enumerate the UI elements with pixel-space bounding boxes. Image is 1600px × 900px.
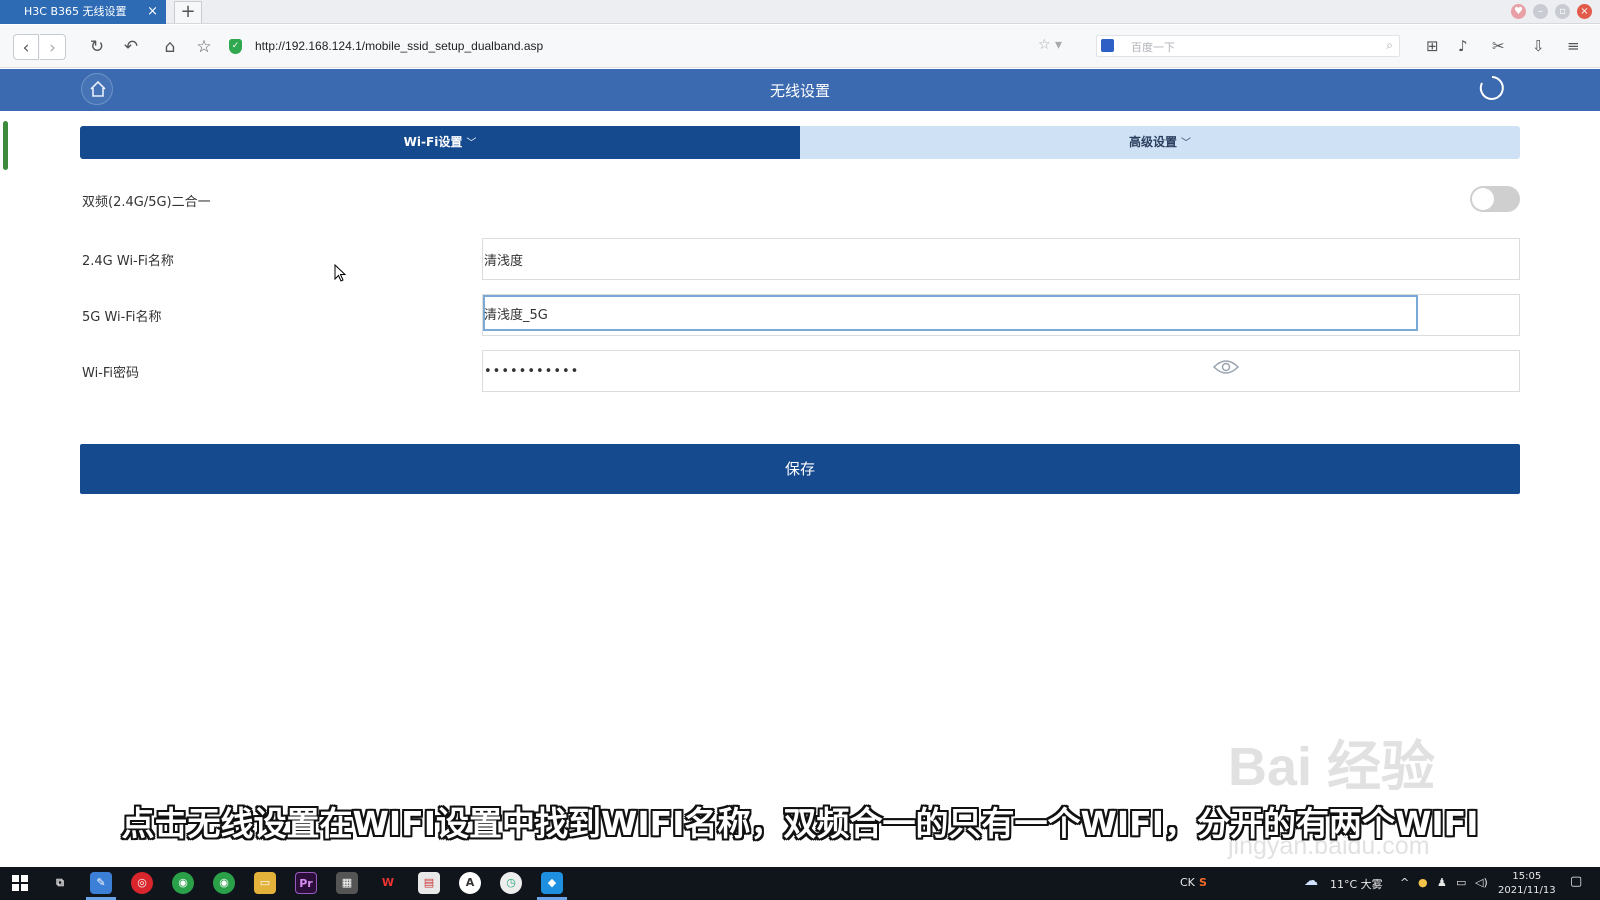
ssid-5-label: 5G Wi-Fi名称 xyxy=(82,310,162,325)
mouse-cursor-icon xyxy=(334,264,346,282)
font-app-icon[interactable]: A xyxy=(459,872,481,894)
sogou-icon[interactable]: S xyxy=(1199,876,1207,889)
windows-start-icon[interactable] xyxy=(12,875,28,891)
new-tab-button[interactable]: + xyxy=(174,1,202,23)
home-icon[interactable]: ⌂ xyxy=(157,34,183,60)
system-clock[interactable]: 15:05 2021/11/13 xyxy=(1498,870,1556,898)
page-title: 无线设置 xyxy=(769,82,830,100)
address-bar[interactable]: http://192.168.124.1/mobile_ssid_setup_d… xyxy=(255,39,543,53)
notes-app-icon[interactable]: ✎ xyxy=(90,872,112,894)
undo-icon[interactable]: ↶ xyxy=(118,34,144,60)
reload-icon[interactable]: ↻ xyxy=(84,34,110,60)
password-input[interactable] xyxy=(483,351,1183,391)
wps-icon[interactable]: W xyxy=(377,872,399,894)
dualband-toggle[interactable] xyxy=(1470,186,1520,212)
close-window-icon[interactable]: × xyxy=(1577,4,1592,19)
chevron-up-icon[interactable]: ^ xyxy=(1400,876,1409,889)
tray-app-icon[interactable]: ● xyxy=(1418,876,1428,889)
scissors-icon[interactable]: ✂ xyxy=(1492,37,1505,55)
ssid-24-label: 2.4G Wi-Fi名称 xyxy=(82,254,174,269)
chrome-icon[interactable]: ◉ xyxy=(172,872,194,894)
user-icon[interactable]: ♟ xyxy=(1437,876,1447,889)
dualband-label: 双频(2.4G/5G)二合一 xyxy=(82,195,211,210)
chevron-down-icon: ﹀ xyxy=(1181,138,1191,149)
clock-app-icon[interactable]: ◷ xyxy=(500,872,522,894)
tab-label: Wi-Fi设置 xyxy=(403,135,463,149)
password-label: Wi-Fi密码 xyxy=(82,366,140,381)
weather-text[interactable]: 11°C 大雾 xyxy=(1330,876,1383,892)
apps-grid-icon[interactable]: ⊞ xyxy=(1426,37,1439,55)
netease-music-icon[interactable]: ◎ xyxy=(131,872,153,894)
search-box[interactable]: 百度一下 ⌕ xyxy=(1096,35,1400,57)
browser-tab[interactable]: H3C B365 无线设置 × xyxy=(0,0,166,24)
search-icon[interactable]: ⌕ xyxy=(1386,38,1393,53)
ssid-5-field-wrap xyxy=(482,294,1520,336)
settings-tabs: Wi-Fi设置 ﹀ 高级设置 ﹀ xyxy=(80,126,1520,159)
notification-icon[interactable]: ▢ xyxy=(1570,874,1582,889)
download-icon[interactable]: ⇩ xyxy=(1532,37,1545,55)
browser-toolbar: ‹ › ↻ ↶ ⌂ ☆ ✓ http://192.168.124.1/mobil… xyxy=(0,25,1600,68)
minimize-icon[interactable]: – xyxy=(1533,4,1548,19)
chevron-down-icon: ﹀ xyxy=(466,138,477,149)
refresh-icon[interactable] xyxy=(1479,75,1505,101)
scroll-indicator[interactable] xyxy=(3,121,8,170)
file-explorer-icon[interactable]: ▭ xyxy=(254,872,276,894)
ssid-24-input[interactable] xyxy=(483,239,1383,279)
office-icon[interactable]: ▤ xyxy=(418,872,440,894)
bookmark-star-icon[interactable]: ☆ ▾ xyxy=(1038,37,1062,53)
task-view-icon[interactable]: ⧉ xyxy=(49,872,71,894)
tab-advanced-settings[interactable]: 高级设置 ﹀ xyxy=(800,126,1520,159)
tab-title: H3C B365 无线设置 xyxy=(24,5,127,18)
clock-date: 2021/11/13 xyxy=(1498,885,1556,896)
ssid-24-field-wrap xyxy=(482,238,1520,280)
menu-icon[interactable]: ≡ xyxy=(1567,37,1580,55)
save-button[interactable]: 保存 xyxy=(80,444,1520,494)
secure-shield-icon: ✓ xyxy=(229,39,242,54)
premiere-icon[interactable]: Pr xyxy=(295,872,317,894)
ssid-5-input[interactable] xyxy=(483,295,1413,331)
tab-wifi-settings[interactable]: Wi-Fi设置 ﹀ xyxy=(80,126,800,159)
taskbar: ⧉ ✎ ◎ ◉ ◉ ▭ Pr ▦ W ▤ A ◷ ◆ CK S ☁ 11°C 大… xyxy=(0,867,1600,900)
video-subtitle: 点击无线设置在WIFI设置中找到WIFI名称，双频合一的只有一个WIFI，分开的… xyxy=(121,804,1479,843)
back-button[interactable]: ‹ xyxy=(13,34,39,60)
chrome-icon-2[interactable]: ◉ xyxy=(213,872,235,894)
house-icon xyxy=(90,80,106,97)
router-header: 无线设置 xyxy=(0,69,1600,111)
baidu-watermark: Bai 经验 xyxy=(1228,737,1436,797)
speaker-icon[interactable]: ♪ xyxy=(1458,37,1468,55)
tab-label: 高级设置 xyxy=(1128,135,1177,149)
search-placeholder: 百度一下 xyxy=(1131,41,1175,54)
cloud-icon: ☁ xyxy=(1304,873,1318,889)
restore-icon[interactable]: ▫ xyxy=(1555,4,1570,19)
browser-taskbar-icon[interactable]: ◆ xyxy=(541,872,563,894)
skin-icon[interactable]: ♥ xyxy=(1511,4,1526,19)
search-engine-icon[interactable] xyxy=(1101,39,1114,52)
toggle-knob xyxy=(1472,188,1494,210)
window-controls: ♥ – ▫ × xyxy=(1511,4,1592,19)
ime-indicator[interactable]: CK xyxy=(1180,876,1195,889)
video-editor-icon[interactable]: ▦ xyxy=(336,872,358,894)
eye-icon[interactable] xyxy=(1213,358,1239,376)
password-field-wrap xyxy=(482,350,1520,392)
forward-button[interactable]: › xyxy=(40,34,66,60)
browser-tab-bar: H3C B365 无线设置 × + ♥ – ▫ × xyxy=(0,0,1600,24)
volume-icon[interactable]: ◁) xyxy=(1475,876,1488,889)
favorite-star-icon[interactable]: ☆ xyxy=(191,34,217,60)
router-home-button[interactable] xyxy=(81,73,113,105)
tab-close-icon[interactable]: × xyxy=(147,0,158,24)
network-icon[interactable]: ▭ xyxy=(1456,876,1466,889)
clock-time: 15:05 xyxy=(1512,871,1542,882)
